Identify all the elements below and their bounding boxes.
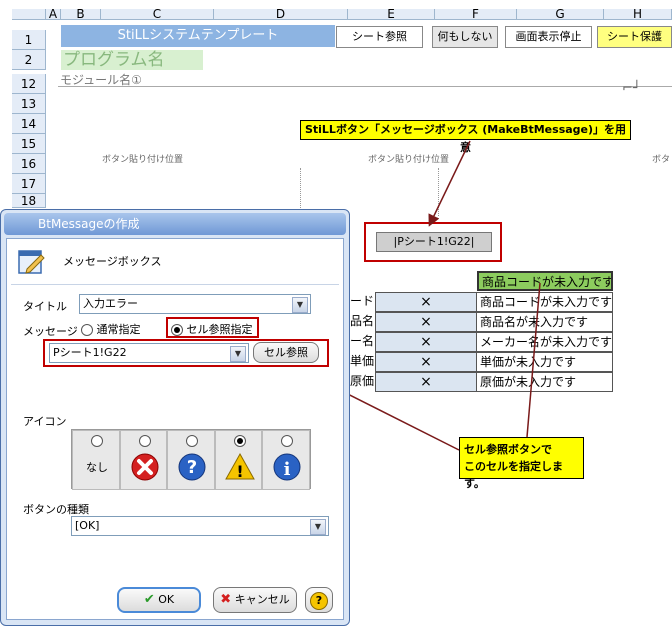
cancel-label: キャンセル: [234, 593, 290, 606]
help-button[interactable]: ?: [305, 587, 333, 613]
icon-grid: なし ? ! i: [71, 429, 311, 490]
svg-text:!: !: [236, 462, 243, 481]
question-icon: ?: [178, 453, 206, 481]
radio-normal-control[interactable]: [81, 324, 93, 336]
button-type-combo[interactable]: [OK] ▼: [71, 516, 329, 536]
icon-radio[interactable]: [186, 435, 199, 447]
button-type-value: [OK]: [75, 519, 100, 532]
help-icon: ?: [310, 592, 328, 610]
arrow-top-to-button: [428, 140, 471, 227]
title-combo[interactable]: 入力エラー ▼: [79, 294, 311, 314]
radio-cellref-label: セル参照指定: [186, 323, 253, 336]
radio-cellref-control[interactable]: [171, 324, 183, 336]
info-icon: i: [273, 453, 301, 481]
header-divider: [11, 284, 339, 285]
svg-text:i: i: [284, 459, 291, 480]
icon-none-label: なし: [86, 461, 108, 474]
icon-radio[interactable]: [138, 435, 151, 447]
icon-option-info[interactable]: i: [262, 430, 310, 490]
icon-radio[interactable]: [281, 435, 294, 447]
svg-text:?: ?: [187, 457, 197, 478]
message-label: メッセージ: [23, 325, 78, 338]
notepad-pencil-icon: [17, 247, 47, 277]
cellref-combo-value: Pシート1!G22: [53, 346, 127, 359]
title-label: タイトル: [23, 300, 67, 313]
chevron-down-icon[interactable]: ▼: [230, 346, 246, 362]
icon-radio[interactable]: [91, 435, 103, 447]
ok-label: OK: [158, 593, 175, 606]
button-type-label: ボタンの種類: [23, 503, 89, 516]
dialog-title[interactable]: BtMessageの作成: [4, 213, 346, 235]
check-icon: ✔: [143, 592, 155, 607]
dialog-body: メッセージボックス タイトル 入力エラー ▼ メッセージ 通常指定 セル参照指定…: [6, 238, 344, 620]
error-icon: [131, 453, 159, 481]
arrow-callout-to-cell: [526, 282, 541, 438]
icon-option-warning[interactable]: !: [214, 430, 263, 490]
chevron-down-icon[interactable]: ▼: [310, 519, 326, 535]
icon-option-question[interactable]: ?: [167, 430, 215, 490]
radio-normal-label: 通常指定: [96, 323, 141, 336]
icon-radio[interactable]: [233, 435, 246, 447]
icon-option-none[interactable]: なし: [72, 430, 120, 490]
btmessage-dialog: BtMessageの作成 メッセージボックス タイトル 入力エラー ▼ メッセー…: [0, 209, 350, 626]
cancel-button[interactable]: ✖ キャンセル: [213, 587, 297, 613]
radio-cellref[interactable]: セル参照指定: [171, 321, 253, 337]
cellref-combo[interactable]: Pシート1!G22 ▼: [49, 343, 249, 363]
chevron-down-icon[interactable]: ▼: [292, 297, 308, 313]
cellref-button[interactable]: セル参照: [253, 342, 319, 363]
dialog-heading: メッセージボックス: [63, 255, 162, 268]
icon-label: アイコン: [23, 415, 67, 428]
cancel-x-icon: ✖: [220, 592, 232, 607]
icon-option-error[interactable]: [119, 430, 168, 490]
warning-icon: !: [224, 452, 255, 481]
ok-button[interactable]: ✔ OK: [117, 587, 201, 613]
title-combo-value: 入力エラー: [83, 297, 138, 310]
radio-normal[interactable]: 通常指定: [81, 321, 141, 337]
